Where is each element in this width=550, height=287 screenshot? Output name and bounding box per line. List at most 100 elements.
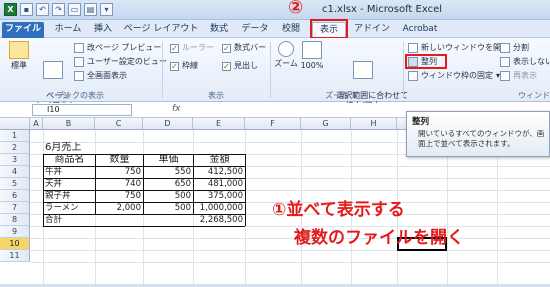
column-header[interactable]: D	[143, 118, 193, 130]
table-cell[interactable]: 親子丼	[45, 190, 71, 202]
magnifier-icon	[278, 41, 294, 57]
tab-page-layout[interactable]: ページ レイアウト	[122, 22, 200, 38]
row-header[interactable]: 5	[0, 178, 30, 190]
table-cell[interactable]: ラーメン	[45, 202, 79, 214]
row-header[interactable]: 1	[0, 130, 30, 142]
headings-checkbox[interactable]: ✓ 見出し	[222, 60, 258, 72]
column-header[interactable]: F	[245, 118, 301, 130]
tab-insert[interactable]: 挿入	[88, 22, 118, 38]
group-label-zoom: ズーム	[325, 91, 349, 100]
new-window-button[interactable]: 新しいウィンドウを開く	[408, 42, 509, 54]
column-header[interactable]: G	[301, 118, 351, 130]
custom-views-icon	[74, 57, 84, 67]
ribbon-separator	[270, 42, 271, 98]
open-icon[interactable]: ▭	[68, 3, 81, 16]
ruler-check-icon: ✓	[170, 43, 179, 53]
name-box[interactable]: I10	[32, 104, 132, 116]
full-screen-icon	[74, 71, 84, 81]
page-break-preview-button[interactable]: 改ページ プレビュー	[74, 42, 161, 54]
table-border	[245, 154, 246, 226]
tab-addins[interactable]: アドイン	[352, 22, 392, 38]
redo-icon[interactable]: ↷	[52, 3, 65, 16]
row-header[interactable]: 7	[0, 202, 30, 214]
table-cell[interactable]: 750	[96, 166, 141, 178]
dropdown-icon[interactable]: ▾	[100, 3, 113, 16]
zoom-selection-icon	[353, 61, 373, 79]
zoom-button[interactable]: ズーム	[274, 41, 298, 69]
group-label-show: 表示	[208, 91, 224, 100]
unhide-icon	[500, 71, 510, 81]
table-cell[interactable]: 天丼	[45, 178, 62, 190]
gridlines-checkbox[interactable]: ✓ 枠線	[170, 60, 198, 72]
table-cell[interactable]: 500	[144, 190, 191, 202]
formula-bar-checkbox[interactable]: ✓ 数式バー	[222, 42, 266, 54]
table-cell[interactable]: 2,000	[96, 202, 141, 214]
table-cell[interactable]: 牛丼	[45, 166, 62, 178]
column-header[interactable]: H	[351, 118, 397, 130]
tooltip-title: 整列	[412, 117, 430, 127]
row-header-selected[interactable]: 10	[0, 238, 30, 250]
column-header[interactable]: E	[193, 118, 245, 130]
ribbon-separator	[162, 42, 163, 98]
zoom-100-icon	[302, 41, 322, 59]
split-button[interactable]: 分割	[500, 42, 529, 54]
zoom-100-button[interactable]: 100%	[300, 41, 324, 71]
arrange-tooltip: 整列 開いているすべてのウィンドウが、画面上で並べて表示されます。	[406, 111, 550, 157]
window-title: c1.xlsx - Microsoft Excel	[322, 4, 443, 15]
row-header[interactable]: 11	[0, 250, 30, 262]
row-header[interactable]: 2	[0, 142, 30, 154]
row-header[interactable]: 6	[0, 190, 30, 202]
sheet-title-cell[interactable]: 6月売上	[45, 142, 81, 154]
excel-icon[interactable]: X	[4, 3, 17, 16]
formula-bar-check-icon: ✓	[222, 43, 231, 53]
unhide-button[interactable]: 再表示	[500, 70, 537, 82]
row-header[interactable]: 9	[0, 226, 30, 238]
undo-icon[interactable]: ↶	[36, 3, 49, 16]
tab-acrobat[interactable]: Acrobat	[398, 22, 442, 38]
column-header[interactable]: A	[30, 118, 43, 130]
tab-formulas[interactable]: 数式	[204, 22, 234, 38]
select-all-corner[interactable]	[0, 118, 30, 130]
column-header[interactable]: B	[43, 118, 95, 130]
table-header[interactable]: 数量	[96, 154, 143, 166]
tab-review[interactable]: 校閲	[276, 22, 306, 38]
table-cell[interactable]: 412,500	[194, 166, 243, 178]
fx-icon[interactable]: fx	[172, 104, 181, 114]
print-icon[interactable]: ▤	[84, 3, 97, 16]
table-cell[interactable]: 740	[96, 178, 141, 190]
gridline	[30, 262, 550, 263]
full-screen-button[interactable]: 全画面表示	[74, 70, 127, 82]
table-cell[interactable]: 650	[144, 178, 191, 190]
total-label-cell[interactable]: 合計	[45, 214, 62, 226]
tab-data[interactable]: データ	[238, 22, 272, 38]
annotation-step1-detail: 複数のファイルを開く	[294, 228, 464, 248]
table-cell[interactable]: 500	[144, 202, 191, 214]
row-header[interactable]: 8	[0, 214, 30, 226]
table-cell[interactable]: 750	[96, 190, 141, 202]
title-bar: X ▪ ↶ ↷ ▭ ▤ ▾ c1.xlsx - Microsoft Excel	[0, 0, 550, 20]
arrange-all-button[interactable]: 整列	[408, 56, 437, 68]
freeze-panes-button[interactable]: ウィンドウ枠の固定 ▾	[408, 70, 500, 82]
freeze-panes-icon	[408, 71, 418, 81]
table-header[interactable]: 商品名	[44, 154, 95, 166]
table-header[interactable]: 単価	[144, 154, 193, 166]
total-value-cell[interactable]: 2,268,500	[194, 214, 243, 226]
table-cell[interactable]: 1,000,000	[194, 202, 243, 214]
table-cell[interactable]: 550	[144, 166, 191, 178]
hide-button[interactable]: 表示しない	[500, 56, 550, 68]
table-cell[interactable]: 375,000	[194, 190, 243, 202]
tab-view[interactable]: 表示	[312, 22, 346, 38]
column-header[interactable]: C	[95, 118, 143, 130]
annotation-step1: ①並べて表示する	[272, 200, 405, 220]
normal-view-button[interactable]: 標準	[6, 41, 32, 71]
save-icon[interactable]: ▪	[20, 3, 33, 16]
tab-file[interactable]: ファイル	[2, 22, 44, 38]
tab-home[interactable]: ホーム	[50, 22, 86, 38]
custom-views-button[interactable]: ユーザー設定のビュー	[74, 56, 167, 68]
table-cell[interactable]: 481,000	[194, 178, 243, 190]
table-header[interactable]: 金額	[194, 154, 245, 166]
row-header[interactable]: 3	[0, 154, 30, 166]
tooltip-body: 開いているすべてのウィンドウが、画面上で並べて表示されます。	[418, 129, 545, 148]
row-header[interactable]: 4	[0, 166, 30, 178]
ruler-checkbox[interactable]: ✓ ルーラー	[170, 42, 214, 54]
